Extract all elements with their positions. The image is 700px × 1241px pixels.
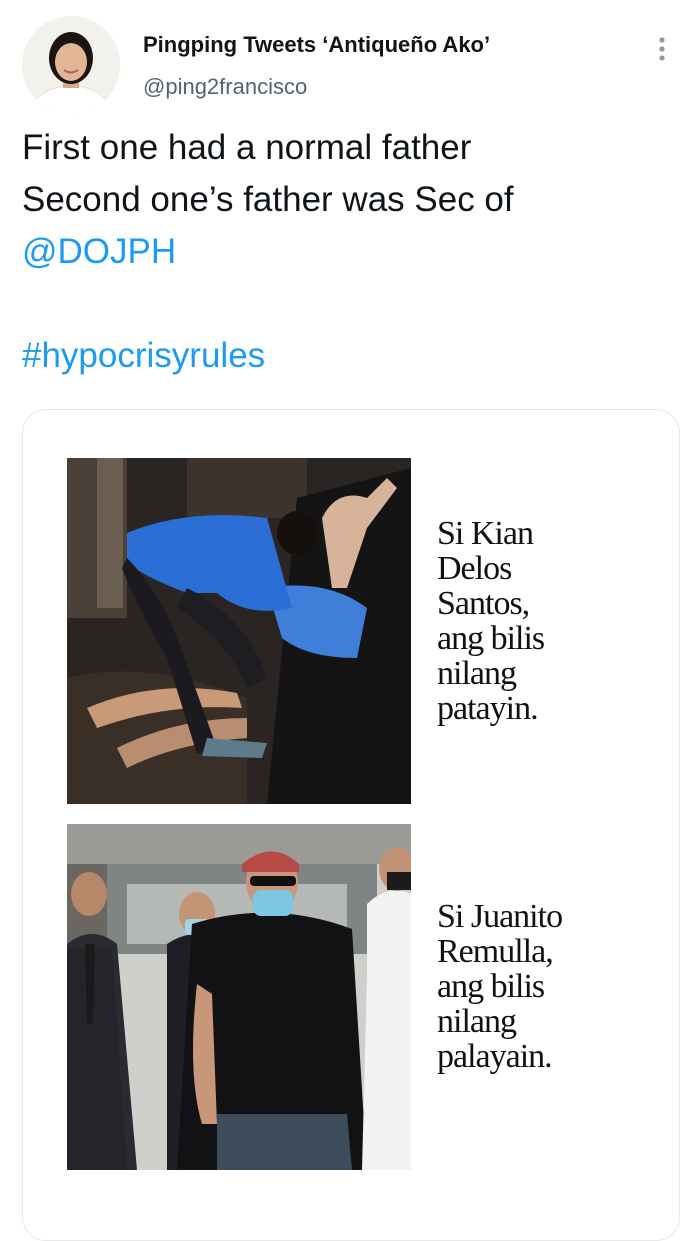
more-options-button[interactable] xyxy=(648,32,676,66)
tweet: Pingping Tweets ‘Antiqueño Ako’ @ping2fr… xyxy=(0,0,700,1241)
photo-kian[interactable] xyxy=(67,458,411,804)
caption-line: Santos, xyxy=(437,585,530,622)
caption-remulla: Si Juanito Remulla, ang bilis nilang pal… xyxy=(437,899,667,1074)
avatar[interactable] xyxy=(22,16,120,114)
caption-line: nilang xyxy=(437,1003,517,1040)
caption-line: Remulla, xyxy=(437,933,554,970)
mention-link[interactable]: @DOJPH xyxy=(22,226,682,278)
caption-line: nilang xyxy=(437,655,517,692)
caption-line: Si Juanito xyxy=(437,898,563,935)
caption-line: Delos xyxy=(437,550,512,587)
tweet-text-line: First one had a normal father xyxy=(22,128,472,167)
photo-remulla[interactable] xyxy=(67,824,411,1170)
tweet-text: First one had a normal father Second one… xyxy=(22,122,682,382)
hashtag-link[interactable]: #hypocrisyrules xyxy=(22,330,682,382)
tweet-text-line: Second one’s father was Sec of xyxy=(22,180,514,219)
author-handle[interactable]: @ping2francisco xyxy=(143,74,307,100)
caption-line: patayin. xyxy=(437,690,539,727)
caption-line: palayain. xyxy=(437,1038,553,1075)
more-vertical-icon xyxy=(659,37,665,61)
author-name[interactable]: Pingping Tweets ‘Antiqueño Ako’ xyxy=(143,32,490,58)
caption-line: ang bilis xyxy=(437,968,545,1005)
caption-line: Si Kian xyxy=(437,515,534,552)
caption-line: ang bilis xyxy=(437,620,545,657)
media-card[interactable]: Si Kian Delos Santos, ang bilis nilang p… xyxy=(22,409,680,1241)
caption-kian: Si Kian Delos Santos, ang bilis nilang p… xyxy=(437,516,667,726)
